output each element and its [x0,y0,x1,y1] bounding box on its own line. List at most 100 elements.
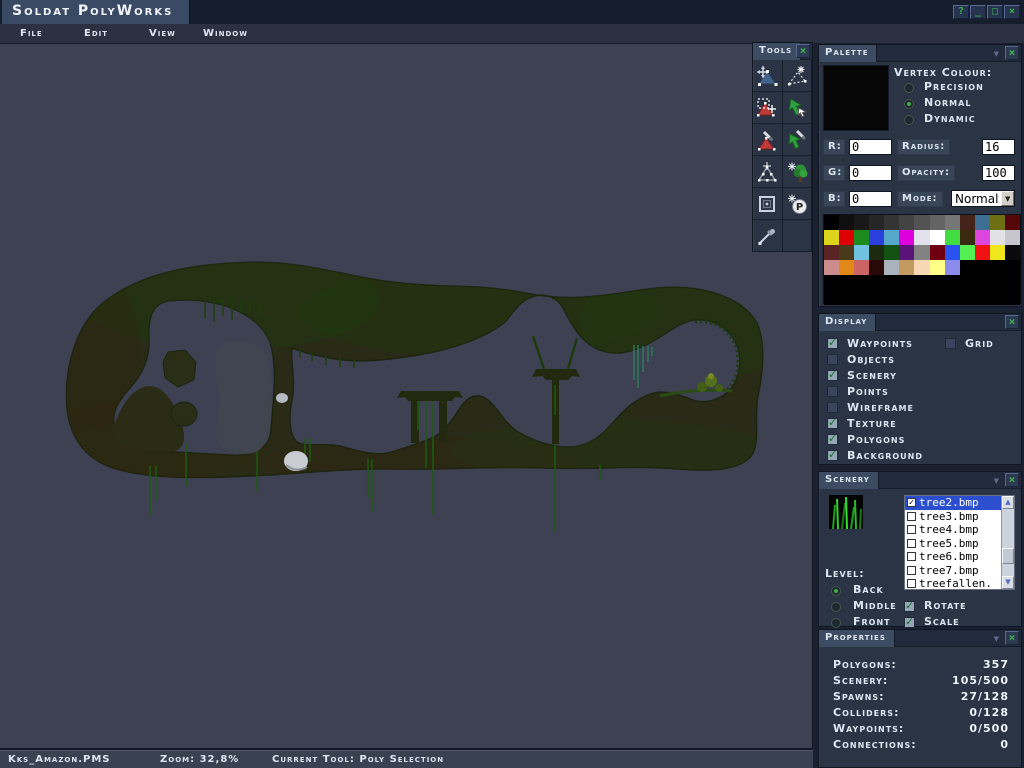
checkbox-polygons[interactable]: ✓ [827,434,838,445]
properties-close-icon[interactable]: × [1005,631,1019,645]
list-item[interactable]: ✓ treefallen. [905,577,1003,590]
tools-panel-titlebar[interactable]: Tools × [753,43,812,60]
maximize-button[interactable]: □ [987,5,1003,19]
palette-swatch[interactable] [914,215,929,230]
palette-swatch[interactable] [960,215,975,230]
radius-input[interactable] [982,139,1015,155]
palette-swatch[interactable] [869,245,884,260]
display-close-icon[interactable]: × [1005,315,1019,329]
list-item[interactable]: ✓ tree4.bmp [905,523,1003,537]
palette-swatch[interactable] [854,260,869,275]
scrollbar-thumb[interactable] [1002,548,1014,564]
palette-swatch[interactable] [914,245,929,260]
scenery-list-scrollbar[interactable]: ▲ ▼ [1001,496,1014,589]
palette-swatch[interactable] [930,245,945,260]
checkbox-scenery[interactable]: ✓ [827,370,838,381]
r-input[interactable] [849,139,892,155]
list-item[interactable]: ✓ tree6.bmp [905,550,1003,564]
palette-swatch[interactable] [884,290,899,305]
menu-view[interactable]: View [149,28,176,39]
palette-swatch[interactable] [1005,230,1020,245]
palette-collapse-icon[interactable]: ▼ [994,50,999,58]
palette-swatch[interactable] [869,215,884,230]
palette-swatch[interactable] [839,245,854,260]
scenery-tool[interactable] [783,156,813,188]
radio-normal[interactable] [904,99,914,109]
palette-swatch[interactable] [960,275,975,290]
palette-swatch[interactable] [899,275,914,290]
radio-level-middle[interactable] [831,602,841,612]
menu-edit[interactable]: Edit [84,28,108,39]
palette-swatch[interactable] [884,260,899,275]
palette-swatch[interactable] [839,260,854,275]
vertex-move-tool[interactable] [783,92,813,124]
radio-dynamic[interactable] [904,115,914,125]
list-item[interactable]: ✓ tree7.bmp [905,564,1003,578]
list-item-checkbox[interactable]: ✓ [907,512,916,521]
palette-panel-titlebar[interactable]: Palette ▼ × [819,45,1021,62]
palette-swatch[interactable] [899,260,914,275]
help-button[interactable]: ? [953,5,969,19]
checkbox-grid[interactable]: ✓ [945,338,956,349]
palette-swatch[interactable] [884,245,899,260]
palette-swatch[interactable] [869,275,884,290]
list-item[interactable]: ✓ tree2.bmp [905,496,1003,510]
palette-swatch[interactable] [899,215,914,230]
checkbox-background[interactable]: ✓ [827,450,838,461]
mode-dropdown-caret-icon[interactable]: ▼ [1001,191,1014,206]
palette-swatch[interactable] [899,230,914,245]
palette-swatch[interactable] [854,275,869,290]
palette-swatch[interactable] [930,290,945,305]
poly-selection-tool[interactable] [753,92,783,124]
palette-swatch[interactable] [930,230,945,245]
palette-swatch[interactable] [990,260,1005,275]
palette-swatch[interactable] [884,215,899,230]
palette-swatch[interactable] [1005,275,1020,290]
palette-swatch[interactable] [839,290,854,305]
list-item-checkbox[interactable]: ✓ [907,498,916,507]
scenery-close-icon[interactable]: × [1005,473,1019,487]
radio-level-back[interactable] [831,586,841,596]
radio-precision[interactable] [904,83,914,93]
palette-swatch[interactable] [975,275,990,290]
minimize-button[interactable]: _ [970,5,986,19]
palette-swatch[interactable] [914,260,929,275]
palette-swatch[interactable] [824,275,839,290]
checkbox-points[interactable]: ✓ [827,386,838,397]
vertex-selection-tool[interactable] [783,60,813,92]
palette-swatch[interactable] [930,275,945,290]
palette-swatch[interactable] [869,290,884,305]
poly-create-tool[interactable] [753,124,783,156]
palette-swatch[interactable] [839,275,854,290]
palette-swatch[interactable] [854,215,869,230]
palette-swatch[interactable] [975,260,990,275]
palette-swatch[interactable] [990,290,1005,305]
palette-swatch[interactable] [975,230,990,245]
vertex-color-tool[interactable] [783,124,813,156]
palette-swatch[interactable] [854,230,869,245]
scroll-up-icon[interactable]: ▲ [1002,496,1014,509]
color-picker-tool[interactable] [753,220,783,252]
list-item-checkbox[interactable]: ✓ [907,552,916,561]
poly-transform-tool[interactable] [753,156,783,188]
properties-panel-titlebar[interactable]: Properties ▼ × [819,630,1021,647]
palette-close-icon[interactable]: × [1005,46,1019,60]
list-item-checkbox[interactable]: ✓ [907,525,916,534]
palette-swatch[interactable] [975,290,990,305]
list-item[interactable]: ✓ tree5.bmp [905,537,1003,551]
collider-tool[interactable] [753,188,783,220]
palette-swatch[interactable] [960,260,975,275]
palette-swatch[interactable] [945,290,960,305]
palette-swatch[interactable] [945,275,960,290]
palette-swatch[interactable] [914,230,929,245]
palette-swatch[interactable] [899,245,914,260]
checkbox-rotate[interactable]: ✓ [904,601,915,612]
spawn-point-tool[interactable]: P [783,188,813,220]
palette-swatch[interactable] [960,290,975,305]
map-canvas[interactable] [0,44,812,750]
palette-swatch[interactable] [945,260,960,275]
palette-swatch[interactable] [960,230,975,245]
palette-swatch[interactable] [854,290,869,305]
b-input[interactable] [849,191,892,207]
palette-swatch[interactable] [1005,215,1020,230]
